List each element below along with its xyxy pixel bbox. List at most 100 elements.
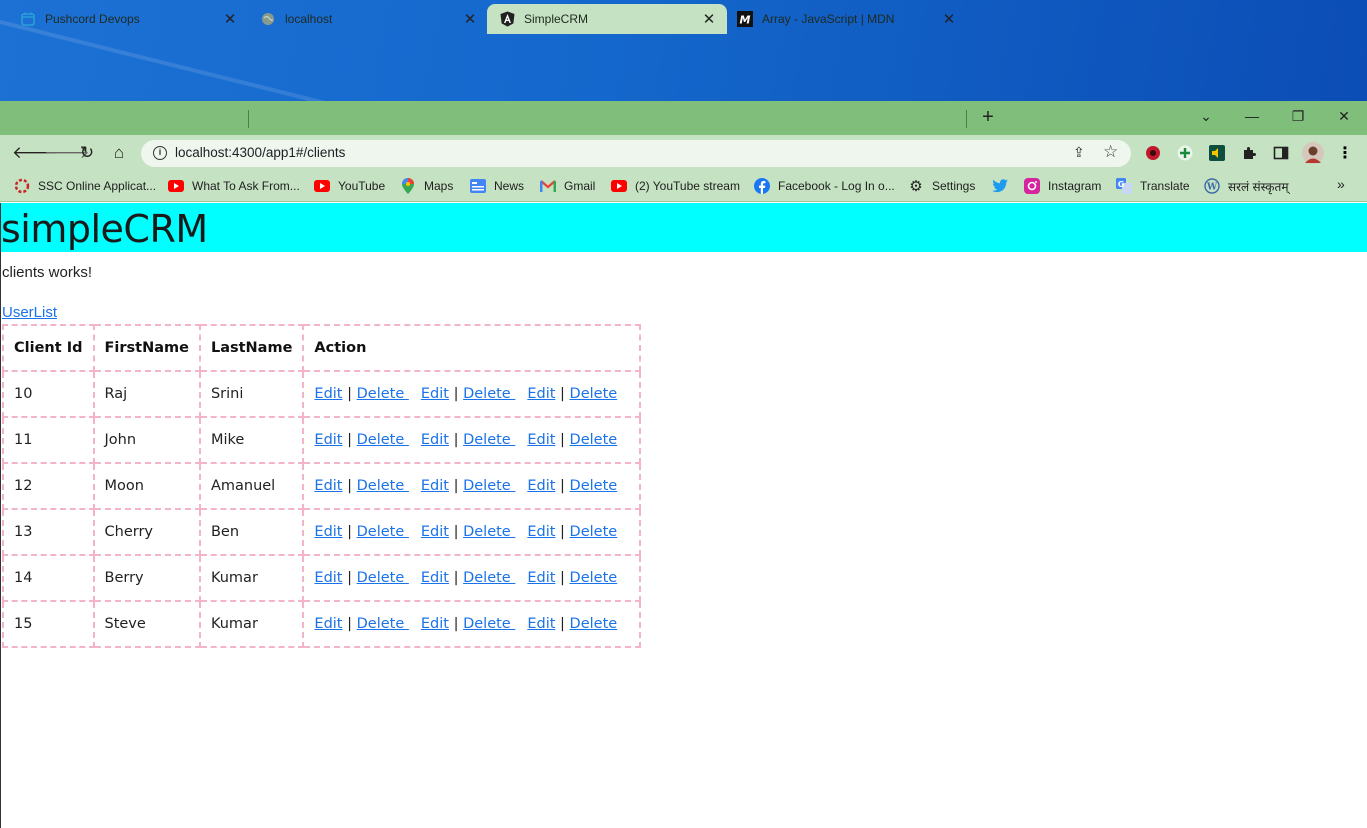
home-icon[interactable]: ⌂ [108,142,130,164]
edit-link[interactable]: Edit [527,524,555,540]
delete-link[interactable]: Delete [463,616,515,632]
youtube-icon [314,178,330,194]
share-icon[interactable]: ⇪ [1073,144,1085,161]
userlist-link[interactable]: UserList [2,304,57,321]
table-row: 10 Raj Srini Edit | Delete Edit | Delete Ed… [2,370,642,418]
action-separator: | [453,478,459,494]
instagram-icon [1024,178,1040,194]
delete-link[interactable]: Delete [463,524,515,540]
client-id-cell: 10 [2,370,95,418]
edit-link[interactable]: Edit [314,616,342,632]
audio-extension-icon[interactable] [1208,144,1226,162]
bookmark-label: Translate [1140,179,1190,193]
edit-link[interactable]: Edit [421,386,449,402]
restore-icon[interactable]: ❐ [1275,103,1321,129]
edit-link[interactable]: Edit [421,616,449,632]
reload-icon[interactable]: ↻ [76,142,98,164]
tab-separator [248,110,249,128]
bookmark-maps[interactable]: Maps [400,177,453,195]
edit-link[interactable]: Edit [314,524,342,540]
plus-extension-icon[interactable] [1176,144,1194,162]
info-icon[interactable]: i [153,146,167,160]
bookmark-label: What To Ask From... [192,179,300,193]
bookmark-settings[interactable]: ⚙ Settings [908,177,975,195]
delete-link[interactable]: Delete [570,478,618,494]
delete-link[interactable]: Delete [463,478,515,494]
new-tab-button[interactable]: + [977,106,999,128]
record-extension-icon[interactable] [1144,144,1162,162]
tab-localhost[interactable]: localhost ✕ [240,4,488,34]
bookmark-star-icon[interactable]: ☆ [1103,142,1118,162]
edit-link[interactable]: Edit [421,524,449,540]
delete-link[interactable]: Delete [357,570,409,586]
address-bar[interactable]: i localhost:4300/app1#/clients ⇪ ☆ [141,140,1131,167]
close-icon[interactable]: ✕ [941,10,957,28]
delete-link[interactable]: Delete [570,524,618,540]
edit-link[interactable]: Edit [421,432,449,448]
profile-avatar[interactable] [1302,142,1324,164]
edit-link[interactable]: Edit [527,478,555,494]
bookmark-sanskrit[interactable]: W सरलं संस्कृतम् [1204,177,1289,195]
delete-link[interactable]: Delete [357,478,409,494]
bookmark-what-to-ask[interactable]: What To Ask From... [168,177,300,195]
delete-link[interactable]: Delete [570,432,618,448]
tab-pushcord-devops[interactable]: Pushcord Devops ✕ [0,4,248,34]
close-icon[interactable]: ✕ [462,10,478,28]
status-text: clients works! [2,264,93,281]
edit-link[interactable]: Edit [527,570,555,586]
delete-link[interactable]: Delete [357,524,409,540]
more-bookmarks-icon[interactable]: » [1337,176,1345,192]
edit-link[interactable]: Edit [527,432,555,448]
side-panel-icon[interactable] [1272,144,1290,162]
kebab-menu-icon[interactable]: ⋮ [1336,144,1354,162]
action-group: Edit | Delete [421,570,515,586]
edit-link[interactable]: Edit [527,386,555,402]
bookmark-label: Instagram [1048,179,1102,193]
bookmark-facebook[interactable]: Facebook - Log In o... [754,177,895,195]
close-icon[interactable]: ✕ [701,10,717,28]
delete-link[interactable]: Delete [357,432,409,448]
edit-link[interactable]: Edit [421,570,449,586]
bookmark-news[interactable]: News [470,177,524,195]
edit-link[interactable]: Edit [421,478,449,494]
edit-link[interactable]: Edit [314,478,342,494]
client-id-cell: 15 [2,600,95,648]
tab-search-icon[interactable]: ⌄ [1183,103,1229,129]
action-separator: | [453,524,459,540]
delete-link[interactable]: Delete [570,386,618,402]
edit-link[interactable]: Edit [314,386,342,402]
action-separator: | [560,386,565,402]
close-icon[interactable]: ✕ [222,10,238,28]
forward-icon[interactable]: 🡒 [44,142,90,164]
bookmark-instagram[interactable]: Instagram [1024,177,1101,195]
bookmark-ssc[interactable]: SSC Online Applicat... [14,177,156,195]
delete-link[interactable]: Delete [570,570,618,586]
delete-link[interactable]: Delete [357,616,409,632]
action-group: Edit | Delete [314,570,408,586]
bookmark-youtube-stream[interactable]: (2) YouTube stream [611,177,740,195]
bookmark-translate[interactable]: G Translate [1116,177,1190,195]
tab-array-mdn[interactable]: M Array - JavaScript | MDN ✕ [727,4,967,34]
action-group: Edit | Delete [421,616,515,632]
edit-link[interactable]: Edit [527,616,555,632]
bookmark-youtube[interactable]: YouTube [314,177,385,195]
delete-link[interactable]: Delete [463,432,515,448]
delete-link[interactable]: Delete [570,616,618,632]
edit-link[interactable]: Edit [314,432,342,448]
delete-link[interactable]: Delete [357,386,409,402]
edit-link[interactable]: Edit [314,570,342,586]
minimize-icon[interactable]: — [1229,103,1275,129]
bookmark-label: SSC Online Applicat... [38,179,157,193]
close-window-icon[interactable]: ✕ [1321,103,1367,129]
extensions-puzzle-icon[interactable] [1240,144,1258,162]
url-text[interactable]: localhost:4300/app1#/clients [175,145,345,160]
bookmark-label: (2) YouTube stream [635,179,740,193]
bookmark-label: Settings [932,179,976,193]
delete-link[interactable]: Delete [463,570,515,586]
bookmark-gmail[interactable]: Gmail [540,177,595,195]
back-icon[interactable]: 🡐 [12,142,58,164]
delete-link[interactable]: Delete [463,386,515,402]
action-separator: | [453,432,459,448]
tab-simplecrm[interactable]: SimpleCRM ✕ [487,4,727,34]
bookmark-twitter[interactable] [992,177,1016,195]
